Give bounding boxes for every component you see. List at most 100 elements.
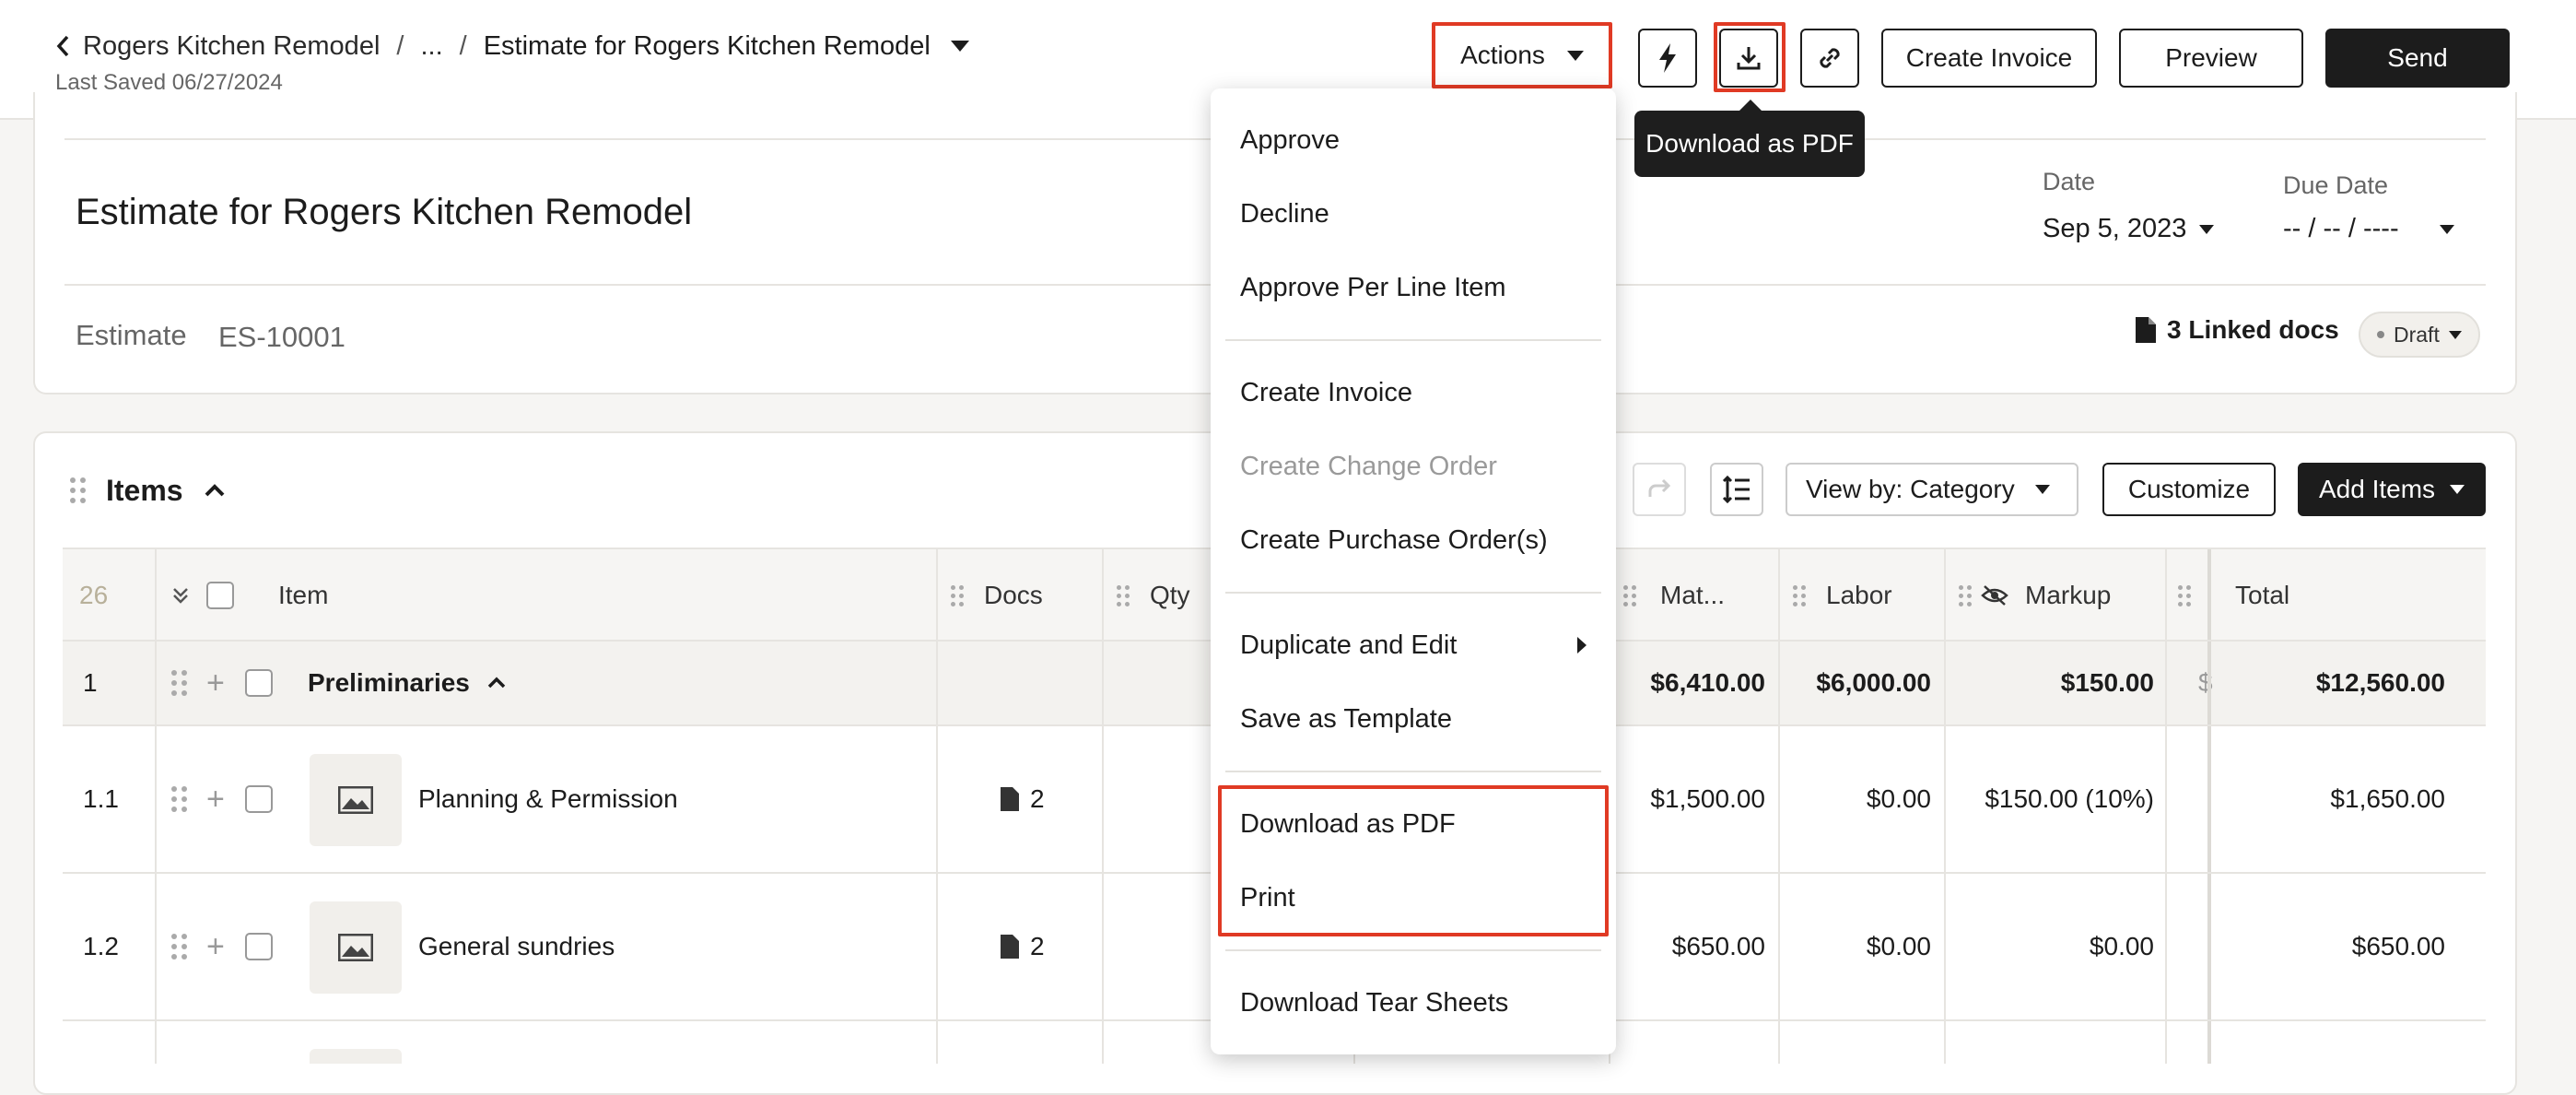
breadcrumb-ellipsis[interactable]: ... [420, 31, 442, 62]
group-name: Preliminaries [308, 642, 507, 724]
column-drag-icon[interactable] [1793, 549, 1806, 642]
due-date-picker[interactable]: -- / -- / ---- [2283, 214, 2454, 244]
row-docs[interactable]: 2 [1001, 726, 1045, 872]
copy-link-button[interactable] [1800, 29, 1859, 88]
menu-item-approve-per-line[interactable]: Approve Per Line Item [1240, 260, 1506, 315]
column-labor[interactable]: Labor [1826, 549, 1892, 642]
menu-item-approve[interactable]: Approve [1240, 112, 1340, 168]
column-drag-icon[interactable] [1959, 549, 1972, 642]
row-item-name: Planning & Permission [418, 784, 678, 813]
breadcrumb: Rogers Kitchen Remodel / ... / Estimate … [55, 26, 969, 66]
row-number: 1.1 [83, 784, 119, 813]
redo-icon [1646, 478, 1672, 500]
image-placeholder-icon [310, 1049, 402, 1064]
menu-item-download-pdf[interactable]: Download as PDF [1240, 796, 1456, 852]
actions-button[interactable]: Actions [1435, 26, 1609, 85]
drag-handle-icon[interactable] [171, 874, 187, 1019]
column-docs[interactable]: Docs [984, 549, 1043, 642]
download-button[interactable] [1719, 29, 1778, 88]
row-markup: $0.00 [2089, 932, 2154, 960]
menu-separator [1225, 339, 1601, 341]
image-placeholder-icon[interactable] [310, 901, 402, 994]
download-tooltip: Download as PDF [1634, 100, 1865, 177]
items-title: Items [106, 473, 183, 507]
row-docs[interactable]: 2 [1001, 874, 1045, 1019]
select-all-checkbox[interactable] [206, 549, 234, 642]
row-materials: $1,500.00 [1650, 784, 1765, 813]
due-date-value: -- / -- / ---- [2283, 214, 2399, 243]
menu-item-download-tear-sheets[interactable]: Download Tear Sheets [1240, 975, 1508, 1030]
add-row-icon[interactable]: + [206, 874, 225, 1019]
image-placeholder-icon[interactable] [310, 754, 402, 846]
menu-item-decline[interactable]: Decline [1240, 186, 1329, 241]
caret-down-icon[interactable] [950, 41, 969, 52]
actions-label: Actions [1460, 41, 1545, 69]
column-drag-icon[interactable] [1117, 549, 1130, 642]
add-row-icon[interactable]: + [206, 642, 225, 724]
estimate-number: ES-10001 [218, 321, 345, 353]
date-picker[interactable]: Sep 5, 2023 [2043, 214, 2215, 244]
menu-item-create-invoice[interactable]: Create Invoice [1240, 365, 1412, 420]
row-total: $650.00 [2351, 932, 2445, 960]
caret-down-icon [1566, 50, 1584, 61]
drag-handle-icon[interactable] [70, 477, 86, 503]
row-item-name: General sundries [418, 932, 615, 960]
breadcrumb-project-link[interactable]: Rogers Kitchen Remodel [83, 31, 380, 62]
row-markup: $150.00 (10%) [1985, 784, 2154, 813]
eye-off-icon[interactable] [1981, 549, 2008, 642]
column-total[interactable]: Total [2235, 549, 2289, 642]
download-icon [1735, 44, 1762, 72]
column-markup[interactable]: Markup [2025, 549, 2111, 642]
line-height-button[interactable] [1710, 463, 1763, 516]
expand-all-icon[interactable] [171, 549, 190, 642]
menu-separator [1225, 949, 1601, 951]
menu-item-create-purchase-order[interactable]: Create Purchase Order(s) [1240, 512, 1548, 568]
row-checkbox[interactable] [245, 874, 273, 1019]
caret-down-icon [2439, 224, 2454, 234]
duplicate-edit-label: Duplicate and Edit [1240, 630, 1458, 660]
row-checkbox[interactable] [245, 726, 273, 872]
line-spacing-icon [1722, 476, 1751, 503]
status-badge[interactable]: Draft [2359, 312, 2480, 358]
caret-down-icon [2199, 224, 2215, 234]
back-chevron-icon[interactable] [55, 34, 70, 58]
actions-dropdown-menu: Approve Decline Approve Per Line Item Cr… [1211, 88, 1616, 1054]
row-total: $1,650.00 [2330, 784, 2445, 813]
chevron-up-icon[interactable] [204, 483, 226, 498]
menu-item-save-template[interactable]: Save as Template [1240, 691, 1452, 747]
menu-item-print[interactable]: Print [1240, 870, 1295, 925]
column-materials[interactable]: Mat... [1660, 549, 1725, 642]
menu-separator [1225, 592, 1601, 594]
redo-button[interactable] [1633, 463, 1686, 516]
items-header: Items [70, 468, 226, 512]
preview-button[interactable]: Preview [2119, 29, 2303, 88]
create-invoice-button[interactable]: Create Invoice [1881, 29, 2097, 88]
due-date-label: Due Date [2283, 171, 2389, 199]
add-items-button[interactable]: Add Items [2298, 463, 2486, 516]
status-dot [2377, 331, 2384, 338]
row-labor: $0.00 [1866, 932, 1931, 960]
column-qty[interactable]: Qty [1150, 549, 1190, 642]
group-total: $12,560.00 [2315, 668, 2445, 697]
add-row-icon[interactable]: + [206, 726, 225, 872]
link-icon [1815, 43, 1844, 73]
send-button[interactable]: Send [2325, 29, 2510, 88]
automation-button[interactable] [1638, 29, 1697, 88]
column-item[interactable]: Item [278, 549, 328, 642]
lightning-icon [1657, 43, 1678, 73]
drag-handle-icon[interactable] [171, 726, 187, 872]
column-drag-icon[interactable] [951, 549, 964, 642]
column-drag-icon[interactable] [1623, 549, 1636, 642]
chevron-up-icon[interactable] [486, 677, 507, 689]
row-materials: $650.00 [1671, 932, 1765, 960]
column-drag-icon[interactable] [2178, 549, 2191, 642]
drag-handle-icon[interactable] [171, 642, 187, 724]
customize-button[interactable]: Customize [2102, 463, 2276, 516]
menu-item-duplicate-edit[interactable]: Duplicate and Edit [1240, 618, 1587, 673]
group-name-label: Preliminaries [308, 668, 470, 697]
view-by-dropdown[interactable]: View by: Category [1786, 463, 2078, 516]
document-icon [1001, 935, 1019, 959]
linked-docs-button[interactable]: 3 Linked docs [2136, 315, 2339, 345]
row-checkbox[interactable] [245, 642, 273, 724]
caret-right-icon [1577, 637, 1587, 653]
